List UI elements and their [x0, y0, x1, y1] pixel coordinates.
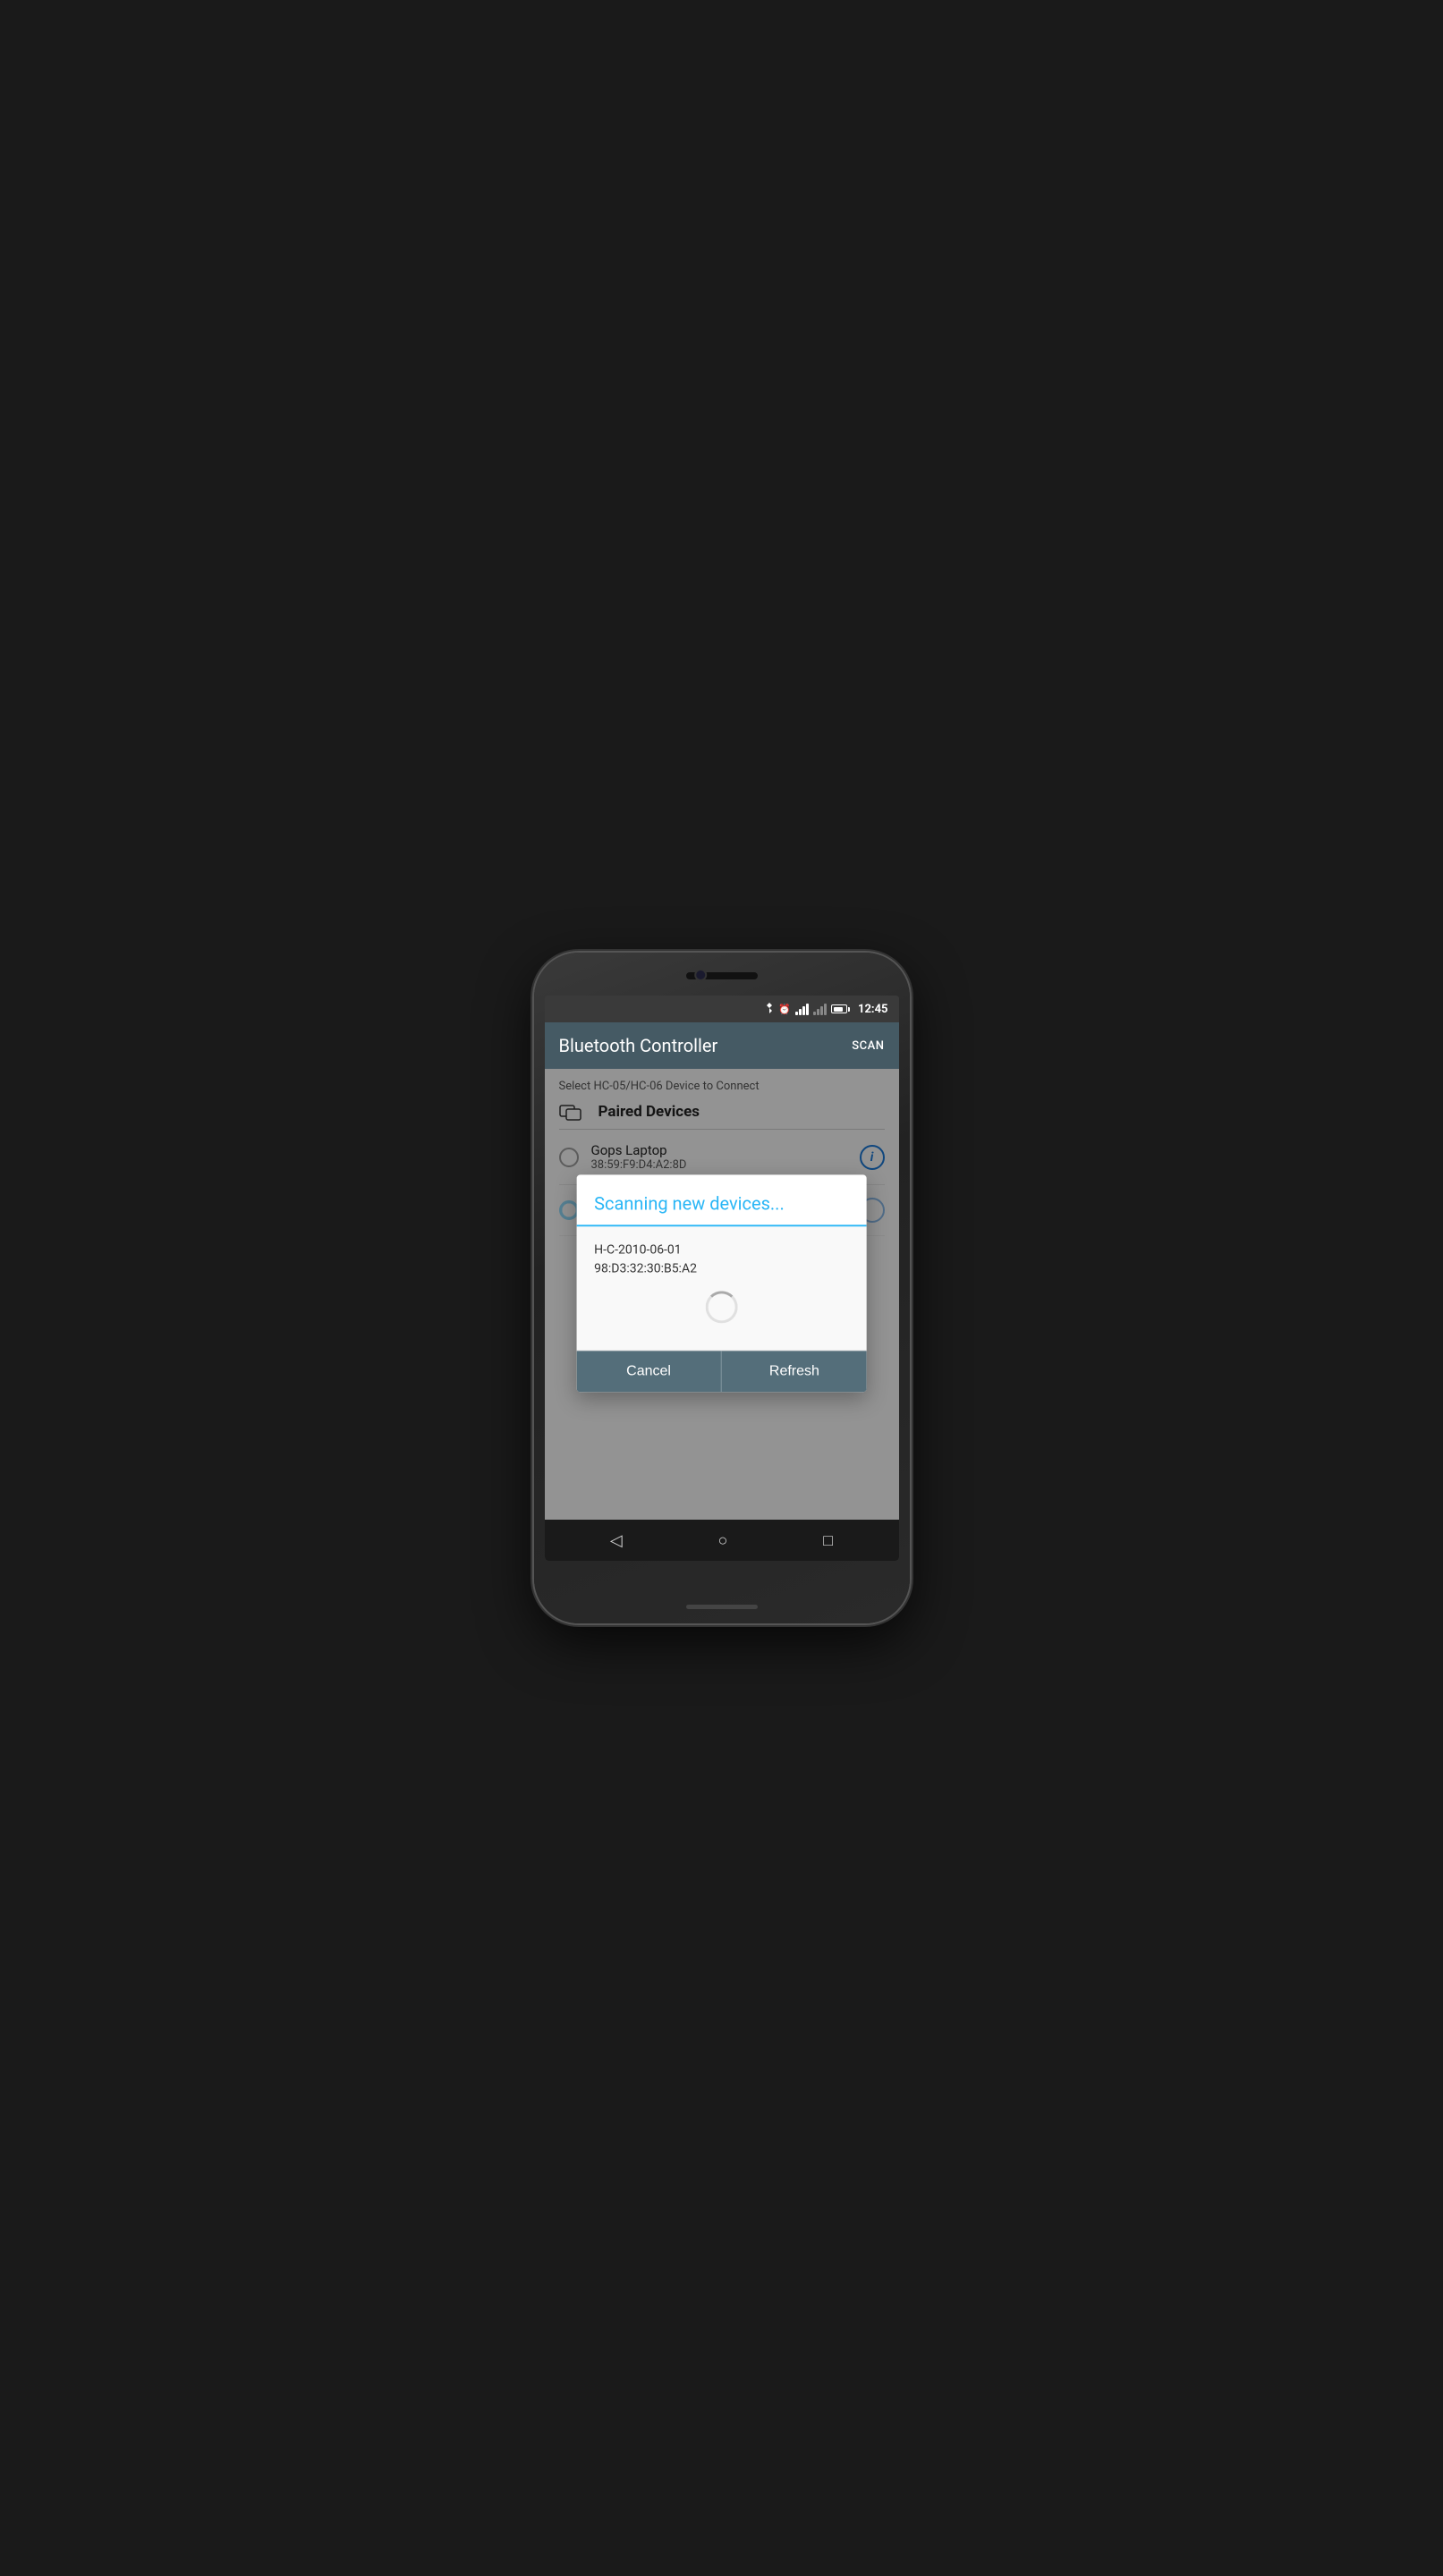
spinner-container	[594, 1278, 849, 1335]
dialog-header: Scanning new devices...	[576, 1174, 867, 1226]
loading-spinner	[706, 1291, 738, 1323]
phone-screen: ⏰	[545, 996, 899, 1561]
battery-icon	[831, 1004, 850, 1013]
cancel-button[interactable]: Cancel	[576, 1351, 722, 1392]
scan-dialog: Scanning new devices... H-C-2010-06-01 9…	[576, 1174, 867, 1392]
bluetooth-status-icon	[765, 1002, 774, 1017]
dialog-title: Scanning new devices...	[594, 1192, 785, 1214]
app-bar: Bluetooth Controller SCAN	[545, 1022, 899, 1069]
phone-bottom-bar	[686, 1605, 758, 1609]
home-button[interactable]: ○	[718, 1531, 728, 1550]
status-time: 12:45	[858, 1003, 888, 1016]
scanned-device-name: H-C-2010-06-01 98:D3:32:30:B5:A2	[594, 1241, 849, 1278]
app-bar-title: Bluetooth Controller	[559, 1035, 718, 1056]
alarm-status-icon: ⏰	[778, 1004, 791, 1015]
scan-button[interactable]: SCAN	[852, 1039, 884, 1053]
dialog-buttons: Cancel Refresh	[576, 1350, 867, 1392]
status-bar: ⏰	[545, 996, 899, 1022]
phone-device: ⏰	[534, 953, 910, 1623]
signal-full-icon	[795, 1003, 809, 1015]
refresh-button[interactable]: Refresh	[722, 1351, 867, 1392]
phone-camera	[694, 969, 707, 981]
status-icons: ⏰	[765, 1002, 887, 1017]
dialog-body: H-C-2010-06-01 98:D3:32:30:B5:A2	[576, 1226, 867, 1350]
main-content: Select HC-05/HC-06 Device to Connect Pai…	[545, 1069, 899, 1520]
back-button[interactable]: ◁	[610, 1531, 623, 1550]
bottom-nav: ◁ ○ □	[545, 1520, 899, 1561]
recents-button[interactable]: □	[823, 1531, 833, 1550]
signal-outline-icon	[813, 1003, 827, 1015]
